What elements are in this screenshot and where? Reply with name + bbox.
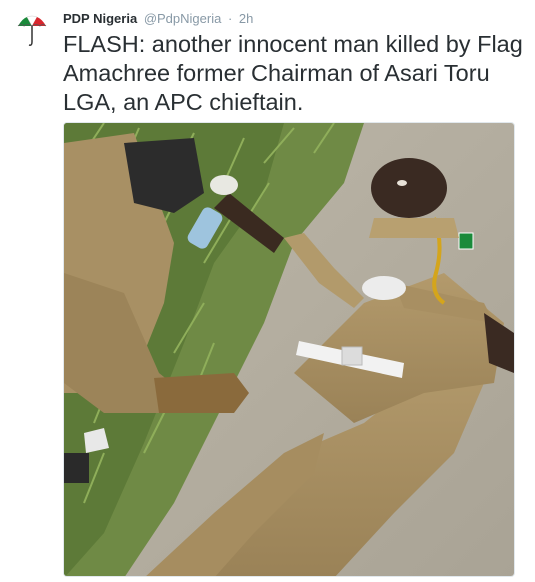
separator-dot: ·	[227, 11, 233, 26]
user-handle[interactable]: @PdpNigeria	[144, 11, 222, 26]
timestamp[interactable]: 2h	[239, 11, 253, 26]
umbrella-logo-icon[interactable]	[14, 12, 50, 48]
display-name[interactable]: PDP Nigeria	[63, 11, 137, 26]
tweet-header: PDP Nigeria @PdpNigeria · 2h	[63, 11, 253, 27]
photo-man-lying-on-ground	[64, 123, 514, 576]
tweet-text: FLASH: another innocent man killed by Fl…	[63, 31, 523, 115]
tweet-photo[interactable]	[63, 122, 515, 577]
tweet-card[interactable]: PDP Nigeria @PdpNigeria · 2h FLASH: anot…	[0, 0, 535, 582]
